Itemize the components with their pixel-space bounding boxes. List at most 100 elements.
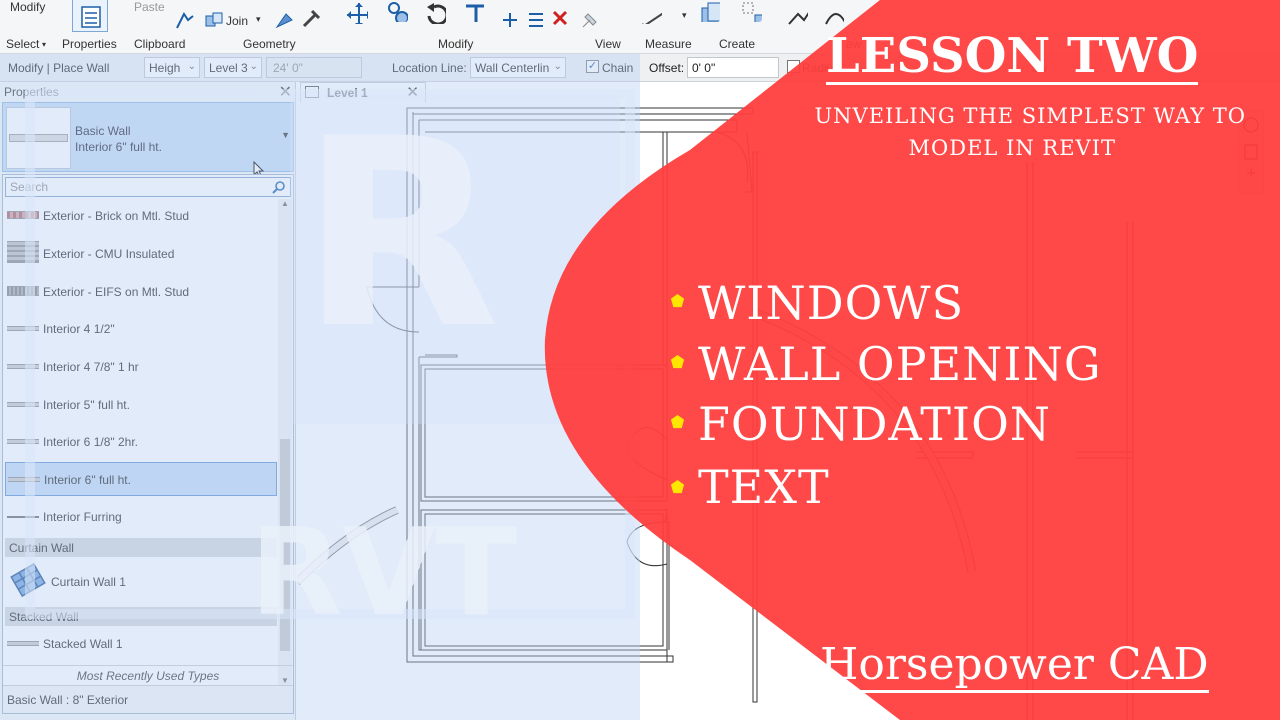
geometry-panel-label: Geometry: [243, 37, 296, 51]
select-caret-icon[interactable]: ▾: [42, 40, 46, 49]
search-icon: [272, 181, 285, 194]
drawing-canvas[interactable]: [297, 102, 1280, 720]
properties-panel: Properties ✕ Basic Wall Interior 6" full…: [0, 82, 296, 720]
list-item[interactable]: Curtain Wall 1: [5, 561, 277, 605]
list-item[interactable]: Exterior - CMU Insulated: [5, 237, 277, 271]
measure-caret-icon[interactable]: ▾: [682, 10, 687, 21]
create-panel-label: Create: [719, 37, 756, 51]
navigation-wheel-icon[interactable]: [1239, 111, 1263, 191]
list-item-label: Curtain Wall 1: [51, 575, 126, 589]
curtain-wall-group-header: Curtain Wall: [5, 538, 277, 557]
move-icon[interactable]: [346, 2, 368, 24]
delete-icon[interactable]: [552, 10, 574, 32]
interior-wall-swatch-icon: [7, 326, 39, 331]
cmu-wall-swatch-icon: [7, 241, 39, 263]
eifs-wall-swatch-icon: [7, 286, 39, 296]
list-item[interactable]: Exterior - EIFS on Mtl. Stud: [5, 275, 277, 309]
copy-icon[interactable]: [386, 0, 408, 22]
properties-panel-label: Properties: [62, 37, 117, 51]
list-item-label: Interior 6" full ht.: [44, 473, 131, 487]
level-caret-icon: ⌄: [249, 61, 258, 72]
chain-label: Chain: [602, 61, 634, 75]
list-item[interactable]: Interior 5" full ht.: [5, 388, 277, 422]
create-group-icon[interactable]: [698, 0, 720, 22]
rotate-icon[interactable]: [424, 2, 446, 24]
navigation-bar[interactable]: [1238, 110, 1264, 194]
radius-label: Radiu: [802, 61, 834, 75]
scroll-thumb[interactable]: [280, 439, 290, 651]
height-value-field[interactable]: 24' 0": [266, 57, 362, 78]
list-item[interactable]: Interior 4 7/8" 1 hr: [5, 350, 277, 384]
properties-icon[interactable]: [72, 0, 108, 32]
type-dropdown-list: Search Exterior - Brick on Mtl. Stud Ext…: [2, 174, 294, 714]
height-mode-select[interactable]: Heigh ⌄: [144, 57, 200, 78]
chevron-down-icon[interactable]: ▼: [281, 130, 290, 140]
join-icon[interactable]: [204, 12, 226, 34]
join-caret-icon[interactable]: ▾: [256, 14, 261, 25]
recent-type-item[interactable]: Basic Wall : 8" Exterior: [3, 685, 293, 713]
list-item[interactable]: Interior Furring: [5, 500, 277, 534]
type-family: Basic Wall: [75, 124, 131, 138]
offset-label: Offset:: [649, 61, 685, 75]
trim-icon[interactable]: [462, 0, 484, 22]
demolish-icon[interactable]: [300, 8, 322, 30]
brick-wall-swatch-icon: [7, 211, 39, 219]
type-selector[interactable]: Basic Wall Interior 6" full ht. ▼: [2, 102, 294, 179]
view-tab-label: Level 1: [327, 86, 368, 100]
pin-icon[interactable]: [580, 10, 602, 32]
stacked-wall-group-header: Stacked Wall: [5, 607, 277, 626]
list-item[interactable]: Interior 6 1/8" 2hr.: [5, 425, 277, 459]
draw-tools-icon[interactable]: [786, 4, 808, 26]
type-name: Interior 6" full ht.: [75, 140, 162, 154]
properties-header: Properties ✕: [0, 82, 296, 102]
radius-checkbox[interactable]: [787, 60, 800, 73]
list-item[interactable]: Stacked Wall 1: [5, 627, 277, 661]
ribbon: Modify Paste Join ▾ ▾ aw Select ▾ Proper…: [0, 0, 1280, 54]
location-line-select[interactable]: Wall Centerlin ⌄: [470, 57, 566, 78]
most-recent-header: Most Recently Used Types: [3, 665, 293, 685]
height-value-text: 24' 0": [273, 61, 303, 75]
wall-type-preview-icon: [6, 107, 71, 169]
paint-icon[interactable]: [274, 8, 296, 30]
view-panel-label: View: [595, 37, 621, 51]
list-item-selected[interactable]: Interior 6" full ht.: [5, 462, 277, 496]
tab-level-1[interactable]: Level 1 ✕: [300, 82, 426, 102]
level-select[interactable]: Level 3 ⌄: [204, 57, 262, 78]
location-line-caret-icon: ⌄: [553, 61, 562, 72]
chain-checkbox[interactable]: ✓: [586, 60, 599, 73]
split-icon[interactable]: [500, 10, 522, 32]
list-item-label: Interior Furring: [43, 510, 122, 524]
interior-wall-swatch-icon: [7, 439, 39, 444]
array-icon[interactable]: [526, 10, 548, 32]
interior-wall-swatch-icon: [7, 364, 39, 369]
list-item[interactable]: Exterior - Brick on Mtl. Stud: [5, 199, 277, 233]
stacked-wall-swatch-icon: [7, 641, 39, 646]
cope-icon[interactable]: [174, 10, 196, 32]
offset-field[interactable]: 0' 0": [687, 57, 779, 78]
floor-plan-drawing: [297, 107, 1134, 720]
paste-label[interactable]: Paste: [134, 0, 165, 14]
location-line-label: Location Line:: [392, 61, 467, 75]
join-label[interactable]: Join: [226, 14, 248, 28]
curtain-wall-icon: [10, 563, 46, 597]
level-value: Level 3: [209, 61, 248, 75]
select-panel-label[interactable]: Select: [6, 37, 39, 51]
type-selector-label: Basic Wall Interior 6" full ht.: [75, 123, 162, 155]
close-tab-icon[interactable]: ✕: [406, 83, 419, 101]
furring-swatch-icon: [7, 516, 39, 518]
list-item[interactable]: Interior 4 1/2": [5, 312, 277, 346]
create-similar-icon[interactable]: [740, 0, 762, 22]
scroll-up-icon[interactable]: ▲: [281, 199, 289, 208]
interior-wall-swatch-icon: [7, 402, 39, 407]
list-scrollbar[interactable]: ▲ ▼: [278, 199, 292, 685]
modify-tool-label[interactable]: Modify: [10, 0, 45, 14]
close-icon[interactable]: ✕: [279, 82, 292, 102]
measure-icon[interactable]: [640, 2, 662, 24]
options-bar: Modify | Place Wall Heigh ⌄ Level 3 ⌄ 24…: [0, 54, 1280, 82]
search-input[interactable]: Search: [5, 177, 291, 197]
list-item-label: Interior 4 1/2": [43, 322, 115, 336]
draw-arc-icon[interactable]: [822, 4, 844, 26]
list-item-label: Interior 4 7/8" 1 hr: [43, 360, 139, 374]
measure-panel-label: Measure: [645, 37, 692, 51]
height-mode-caret-icon: ⌄: [187, 61, 196, 72]
